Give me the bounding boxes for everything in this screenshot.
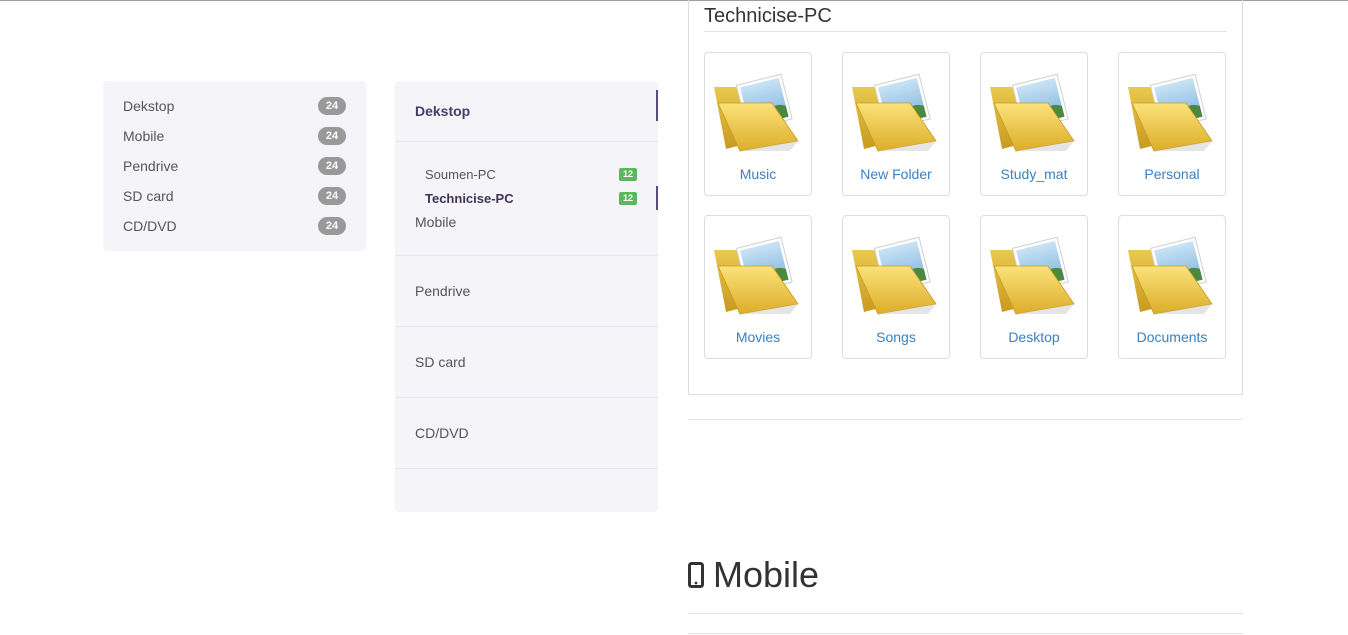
folder-icon: [714, 73, 799, 152]
nav-item-label: CD/DVD: [415, 425, 469, 441]
folder-tile-music[interactable]: Music: [704, 52, 812, 196]
folder-label: New Folder: [860, 166, 932, 182]
folder-icon: [990, 73, 1075, 152]
folder-tile-new-folder[interactable]: New Folder: [842, 52, 950, 196]
sub-list: Soumen-PC 12 Technicise-PC 12: [395, 142, 658, 210]
nav-item-dekstop[interactable]: Dekstop: [395, 81, 658, 142]
nav-item-cd-dvd[interactable]: CD/DVD: [395, 398, 658, 469]
sub-item-technicise-pc[interactable]: Technicise-PC 12: [425, 186, 658, 210]
folder-icon: [714, 236, 799, 315]
nav-item-mobile[interactable]: Mobile: [395, 210, 658, 256]
count-badge: 24: [318, 217, 346, 235]
device-item-label: Pendrive: [123, 158, 179, 174]
folder-tile-study-mat[interactable]: Study_mat: [980, 52, 1088, 196]
divider: [704, 31, 1227, 32]
section-title: Mobile: [713, 554, 820, 595]
device-item-cd-dvd[interactable]: CD/DVD 24: [103, 211, 366, 241]
device-item-label: Dekstop: [123, 98, 175, 114]
device-list: Dekstop 24 Mobile 24 Pendrive 24 SD card…: [103, 81, 366, 251]
nav-item-label: Dekstop: [415, 103, 471, 119]
folder-tile-songs[interactable]: Songs: [842, 215, 950, 359]
folder-label: Movies: [735, 329, 781, 345]
folder-label: Music: [739, 166, 777, 182]
folder-label: Songs: [876, 329, 916, 345]
divider: [688, 613, 1243, 614]
count-badge: 24: [318, 157, 346, 175]
device-item-label: Mobile: [123, 128, 165, 144]
nav-item-label: Mobile: [415, 214, 457, 230]
active-indicator: [656, 90, 658, 121]
device-item-dekstop[interactable]: Dekstop 24: [103, 91, 366, 121]
active-indicator: [656, 186, 658, 210]
folder-tile-desktop[interactable]: Desktop: [980, 215, 1088, 359]
device-item-sd-card[interactable]: SD card 24: [103, 181, 366, 211]
folder-icon: [852, 73, 937, 152]
device-item-pendrive[interactable]: Pendrive 24: [103, 151, 366, 181]
folder-icon: [852, 236, 937, 315]
folder-icon: [990, 236, 1075, 315]
count-badge: 24: [318, 127, 346, 145]
folder-panel: Technicise-PC Music New Folder Study_mat…: [688, 0, 1243, 395]
nav-item-sd-card[interactable]: SD card: [395, 327, 658, 398]
nav-item-pendrive[interactable]: Pendrive: [395, 256, 658, 327]
panel-title: Technicise-PC: [704, 5, 832, 27]
divider: [688, 419, 1243, 420]
device-item-label: SD card: [123, 188, 174, 204]
sub-item-soumen-pc[interactable]: Soumen-PC 12: [425, 162, 658, 186]
sub-item-label: Technicise-PC: [425, 190, 514, 206]
folder-tile-movies[interactable]: Movies: [704, 215, 812, 359]
count-badge: 24: [318, 187, 346, 205]
section-heading: Mobile: [688, 553, 819, 597]
folder-tile-personal[interactable]: Personal: [1118, 52, 1226, 196]
folder-tile-documents[interactable]: Documents: [1118, 215, 1226, 359]
folder-icon: [1128, 236, 1213, 315]
count-badge: 12: [618, 191, 637, 205]
device-item-label: CD/DVD: [123, 218, 177, 234]
divider: [688, 633, 1243, 634]
folder-label: Personal: [1144, 166, 1200, 182]
mobile-phone-icon: [688, 562, 704, 588]
folder-icon: [1128, 73, 1213, 152]
nav-item-label: Pendrive: [415, 283, 471, 299]
folder-label: Documents: [1136, 329, 1208, 345]
folder-label: Study_mat: [1000, 166, 1068, 182]
nav-item-label: SD card: [415, 354, 466, 370]
count-badge: 24: [318, 97, 346, 115]
count-badge: 12: [618, 167, 637, 181]
sub-item-label: Soumen-PC: [425, 166, 496, 182]
device-item-mobile[interactable]: Mobile 24: [103, 121, 366, 151]
device-tree-nav: Dekstop Soumen-PC 12 Technicise-PC 12 Mo…: [395, 81, 658, 512]
folder-label: Desktop: [1008, 329, 1060, 345]
